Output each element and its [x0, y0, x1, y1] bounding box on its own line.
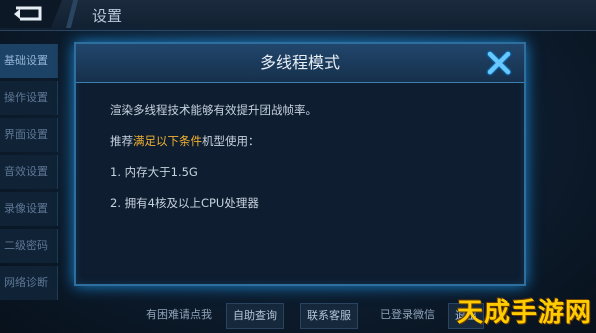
login-status: 已登录微信 — [380, 308, 435, 321]
back-button[interactable] — [0, 0, 62, 28]
sidebar-item-audio[interactable]: 音效设置 — [0, 155, 58, 189]
sidebar-item-interface[interactable]: 界面设置 — [0, 118, 58, 152]
requirement-memory: 1. 内存大于1.5G — [110, 165, 198, 179]
sidebar-item-replay[interactable]: 录像设置 — [0, 192, 58, 226]
dialog-title: 多线程模式 — [259, 53, 340, 72]
close-icon — [486, 50, 512, 76]
requirement-cpu: 2. 拥有4核及以上CPU处理器 — [110, 196, 259, 210]
recommend-prefix: 推荐 — [110, 134, 133, 148]
recommend-suffix: 机型使用： — [202, 134, 260, 148]
page-title: 设置 — [92, 7, 123, 25]
sidebar-item-network-diagnosis[interactable]: 网络诊断 — [0, 266, 58, 300]
site-watermark: 天成手游网 — [452, 292, 592, 332]
dialog-header: 多线程模式 — [76, 44, 524, 83]
title-separator — [66, 0, 78, 28]
contact-service-button[interactable]: 联系客服 — [300, 303, 358, 329]
top-bar: 设置 — [0, 0, 596, 31]
back-arrow-icon — [14, 6, 42, 21]
self-query-button[interactable]: 自助查询 — [226, 303, 284, 329]
close-button[interactable] — [484, 48, 514, 78]
condition-highlight: 满足以下条件 — [133, 134, 202, 148]
help-link[interactable]: 有困难请点我 — [146, 303, 212, 327]
settings-sidebar: 基础设置 操作设置 界面设置 音效设置 录像设置 二级密码 网络诊断 — [0, 44, 58, 303]
dialog-body: 渲染多线程技术能够有效提升团战帧率。 推荐满足以下条件机型使用： 1. 内存大于… — [110, 102, 500, 226]
sidebar-item-controls[interactable]: 操作设置 — [0, 81, 58, 115]
recommendation-line: 推荐满足以下条件机型使用： — [110, 133, 500, 149]
watermark-text: 天成手游网 — [456, 298, 592, 328]
sidebar-item-basic[interactable]: 基础设置 — [0, 44, 58, 78]
description-line: 渲染多线程技术能够有效提升团战帧率。 — [110, 103, 317, 117]
multithread-dialog: 多线程模式 渲染多线程技术能够有效提升团战帧率。 推荐满足以下条件机型使用： 1… — [74, 42, 526, 286]
sidebar-item-secondary-password[interactable]: 二级密码 — [0, 229, 58, 263]
